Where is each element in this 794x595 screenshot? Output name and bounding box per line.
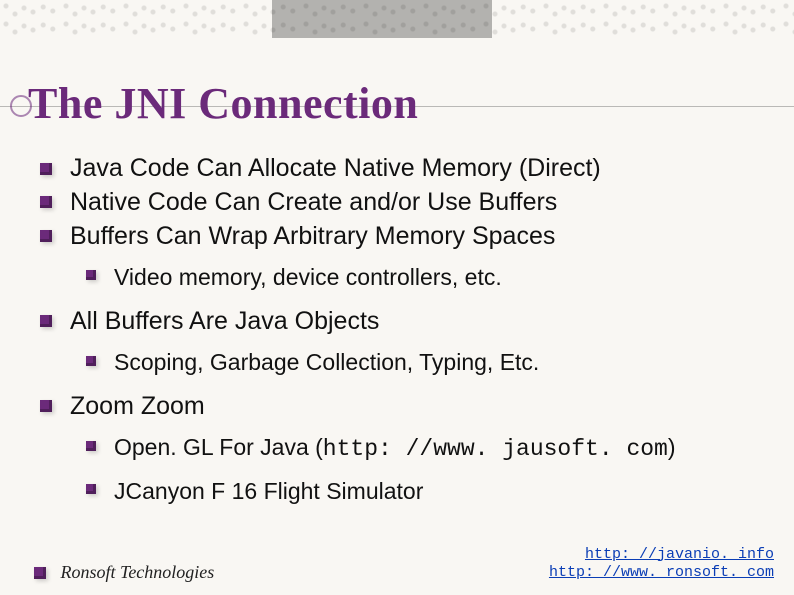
bullet-text: Buffers Can Wrap Arbitrary Memory Spaces [70, 222, 555, 250]
bullet-icon [40, 230, 52, 242]
bullet-icon [86, 441, 96, 451]
slide-footer: Ronsoft Technologies http: //javanio. in… [34, 546, 774, 584]
bullet-icon [86, 484, 96, 494]
bullet-item: Native Code Can Create and/or Use Buffer… [70, 186, 774, 220]
bullet-item: All Buffers Are Java Objects Scoping, Ga… [70, 305, 774, 380]
bullet-icon [86, 270, 96, 280]
bullet-text: Zoom Zoom [70, 392, 205, 420]
footer-links: http: //javanio. info http: //www. ronso… [549, 546, 774, 584]
bullet-text: Native Code Can Create and/or Use Buffer… [70, 188, 557, 216]
sub-bullet-item: JCanyon F 16 Flight Simulator [114, 475, 774, 508]
bullet-icon [40, 196, 52, 208]
sub-bullet-item: Open. GL For Java (http: //www. jausoft.… [114, 431, 774, 466]
slide-title: The JNI Connection [28, 78, 418, 129]
bullet-text: Video memory, device controllers, etc. [114, 264, 502, 290]
footer-link[interactable]: http: //www. ronsoft. com [549, 564, 774, 581]
bullet-text: Java Code Can Allocate Native Memory (Di… [70, 154, 601, 182]
footer-link[interactable]: http: //javanio. info [585, 546, 774, 563]
decorative-topbar [0, 0, 794, 42]
bullet-text-suffix: ) [668, 434, 676, 460]
bullet-icon [40, 400, 52, 412]
sub-bullet-item: Scoping, Garbage Collection, Typing, Etc… [114, 346, 774, 379]
footer-left: Ronsoft Technologies [34, 562, 214, 583]
bullet-text: JCanyon F 16 Flight Simulator [114, 478, 423, 504]
bullet-text: All Buffers Are Java Objects [70, 307, 379, 335]
slide-body: Java Code Can Allocate Native Memory (Di… [70, 152, 774, 512]
bullet-item: Buffers Can Wrap Arbitrary Memory Spaces… [70, 220, 774, 295]
bullet-icon [40, 315, 52, 327]
bullet-icon [86, 356, 96, 366]
bullet-icon [40, 163, 52, 175]
bullet-item: Java Code Can Allocate Native Memory (Di… [70, 152, 774, 186]
bullet-icon [34, 567, 46, 579]
footer-company: Ronsoft Technologies [60, 562, 214, 582]
bullet-text-prefix: Open. GL For Java ( [114, 434, 323, 460]
bullet-item: Zoom Zoom Open. GL For Java (http: //www… [70, 390, 774, 508]
bullet-text-code: http: //www. jausoft. com [323, 436, 668, 462]
bullet-text: Scoping, Garbage Collection, Typing, Etc… [114, 349, 539, 375]
sub-bullet-item: Video memory, device controllers, etc. [114, 261, 774, 294]
